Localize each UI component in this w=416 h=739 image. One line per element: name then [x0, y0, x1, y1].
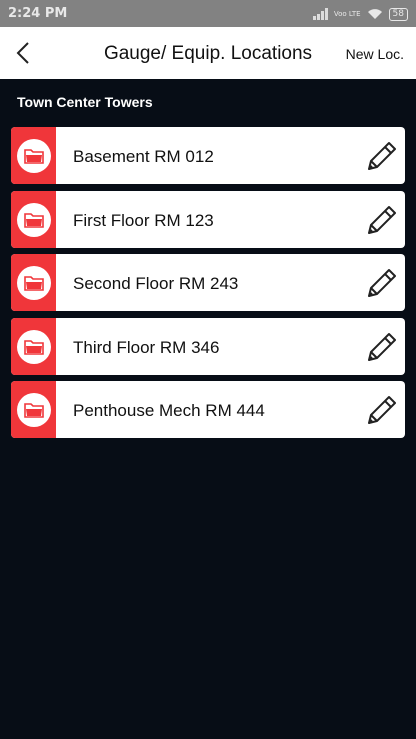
- status-bar: 2:24 PM Voo LTE 58: [0, 0, 416, 27]
- location-item[interactable]: Basement RM 012: [11, 127, 405, 184]
- battery-level: 58: [392, 8, 404, 19]
- pencil-icon: [368, 205, 396, 234]
- location-icon-strip: [11, 190, 56, 248]
- wifi-icon: [367, 9, 382, 19]
- location-label: Basement RM 012: [73, 147, 214, 166]
- folder-badge: [17, 393, 51, 427]
- location-label: Penthouse Mech RM 444: [73, 401, 265, 420]
- folder-icon: [24, 403, 44, 418]
- status-icons: Voo LTE 58: [312, 5, 408, 23]
- edit-button[interactable]: [363, 393, 399, 429]
- folder-icon: [24, 149, 44, 164]
- folder-icon: [24, 212, 44, 228]
- new-location-button[interactable]: New Loc.: [346, 46, 404, 62]
- pencil-icon: [368, 332, 396, 361]
- location-item[interactable]: First Floor RM 123: [11, 190, 405, 248]
- edit-button[interactable]: [363, 203, 399, 239]
- folder-icon: [24, 276, 44, 291]
- location-label: Second Floor RM 243: [73, 274, 239, 293]
- app-bar: Gauge/ Equip. Locations New Loc.: [0, 27, 416, 79]
- pencil-icon: [368, 396, 396, 424]
- location-item[interactable]: Third Floor RM 346: [11, 317, 405, 375]
- section-title: Town Center Towers: [17, 94, 153, 110]
- location-item[interactable]: Penthouse Mech RM 444: [11, 381, 405, 438]
- location-icon-strip: [11, 254, 56, 311]
- edit-button[interactable]: [363, 139, 399, 175]
- folder-badge: [17, 202, 51, 237]
- location-icon-strip: [11, 381, 56, 438]
- pencil-icon: [368, 142, 396, 170]
- battery-icon: 58: [388, 7, 408, 21]
- location-item[interactable]: Second Floor RM 243: [11, 254, 405, 311]
- folder-icon: [24, 339, 44, 355]
- status-time: 2:24 PM: [8, 6, 68, 21]
- network-type-label: Voo LTE: [333, 9, 361, 18]
- location-label: First Floor RM 123: [73, 210, 214, 230]
- edit-button[interactable]: [363, 330, 399, 366]
- pencil-icon: [368, 269, 396, 297]
- folder-badge: [17, 139, 51, 173]
- location-label: Third Floor RM 346: [73, 337, 220, 357]
- folder-badge: [17, 329, 51, 364]
- signal-icon: [312, 8, 328, 20]
- edit-button[interactable]: [363, 266, 399, 302]
- location-list: Basement RM 012 First Floor RM 123 Secon…: [11, 127, 405, 445]
- location-icon-strip: [11, 317, 56, 375]
- location-icon-strip: [11, 127, 56, 184]
- folder-badge: [17, 266, 51, 300]
